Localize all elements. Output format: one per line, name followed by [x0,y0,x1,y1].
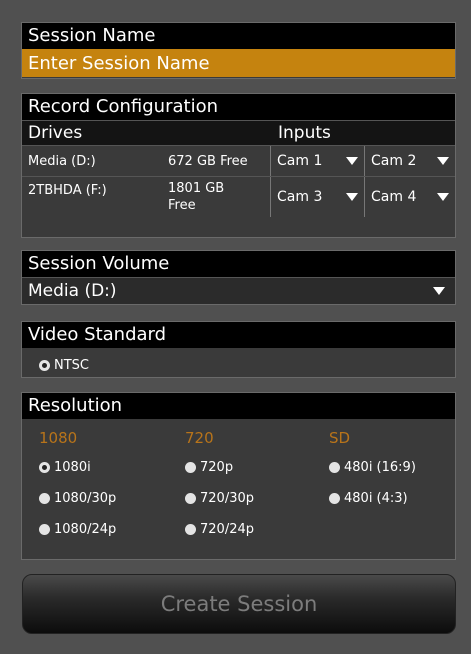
drive-row: Media (D:) 672 GB Free Cam 1 Cam 2 [22,145,455,176]
radio-label: 720p [200,460,234,475]
inputs-label: Inputs [278,123,331,143]
radio-ntsc[interactable]: NTSC [39,355,89,374]
radio-selected-icon [39,360,50,371]
resolution-group-1080: 1080 1080i 1080/30p 1080/24p [39,429,179,559]
radio-label: 720/24p [200,522,254,537]
radio-1080-24p[interactable]: 1080/24p [39,519,116,538]
session-volume-panel: Session Volume Media (D:) [21,250,456,305]
radio-icon [39,524,50,535]
cam-select-2[interactable]: Cam 2 [364,146,455,176]
resolution-group-sd: SD 480i (16:9) 480i (4:3) [329,429,454,559]
session-name-panel: Session Name [21,22,456,79]
radio-label: 1080/30p [54,491,117,506]
drive-name: 2TBHDA (F:) [28,183,107,198]
radio-1080-30p[interactable]: 1080/30p [39,488,116,507]
drive-row: 2TBHDA (F:) 1801 GB Free Cam 3 Cam 4 [22,176,455,217]
session-name-header: Session Name [22,23,455,49]
session-volume-select[interactable]: Media (D:) [22,277,455,304]
radio-480i-16-9[interactable]: 480i (16:9) [329,457,416,476]
chevron-down-icon [433,287,445,295]
radio-720-30p[interactable]: 720/30p [185,488,254,507]
cam-select-3[interactable]: Cam 3 [270,177,364,217]
radio-icon [39,493,50,504]
radio-label: 480i (4:3) [344,491,408,506]
radio-label: 1080i [54,460,91,475]
session-volume-header: Session Volume [22,251,455,277]
radio-label: 1080/24p [54,522,117,537]
video-standard-panel: Video Standard NTSC [21,321,456,378]
drive-free-space: 672 GB Free [168,153,248,169]
resolution-header: Resolution [22,393,455,419]
session-volume-value: Media (D:) [28,281,117,301]
group-title: 720 [185,429,214,447]
cam-select-4[interactable]: Cam 4 [364,177,455,217]
drives-inputs-header: Drives Inputs [22,120,455,145]
radio-selected-icon [39,462,50,473]
group-title: SD [329,429,351,447]
cam-select-value: Cam 1 [277,153,323,169]
drive-name: Media (D:) [28,153,96,169]
session-name-input[interactable] [22,49,455,77]
chevron-down-icon [346,157,358,165]
radio-label: 480i (16:9) [344,460,416,475]
radio-icon [185,524,196,535]
resolution-group-720: 720 720p 720/30p 720/24p [185,429,325,559]
chevron-down-icon [346,193,358,201]
cam-select-value: Cam 4 [371,189,417,205]
radio-icon [185,462,196,473]
resolution-panel: Resolution 1080 1080i 1080/30p 1080/24p … [21,392,456,560]
radio-label: 720/30p [200,491,254,506]
drives-label: Drives [28,123,83,143]
radio-label: NTSC [54,358,89,373]
radio-720-24p[interactable]: 720/24p [185,519,254,538]
chevron-down-icon [437,157,449,165]
group-title: 1080 [39,429,78,447]
radio-720p[interactable]: 720p [185,457,233,476]
video-standard-header: Video Standard [22,322,455,348]
cam-select-value: Cam 3 [277,189,323,205]
radio-480i-4-3[interactable]: 480i (4:3) [329,488,408,507]
drive-free-space: 1801 GB Free [168,181,225,213]
radio-1080i[interactable]: 1080i [39,457,91,476]
radio-icon [329,462,340,473]
record-config-panel: Record Configuration Drives Inputs Media… [21,93,456,238]
chevron-down-icon [437,193,449,201]
cam-select-value: Cam 2 [371,153,417,169]
radio-icon [329,493,340,504]
record-config-header: Record Configuration [22,94,455,120]
radio-icon [185,493,196,504]
create-session-button[interactable]: Create Session [22,574,456,634]
cam-select-1[interactable]: Cam 1 [270,146,364,176]
